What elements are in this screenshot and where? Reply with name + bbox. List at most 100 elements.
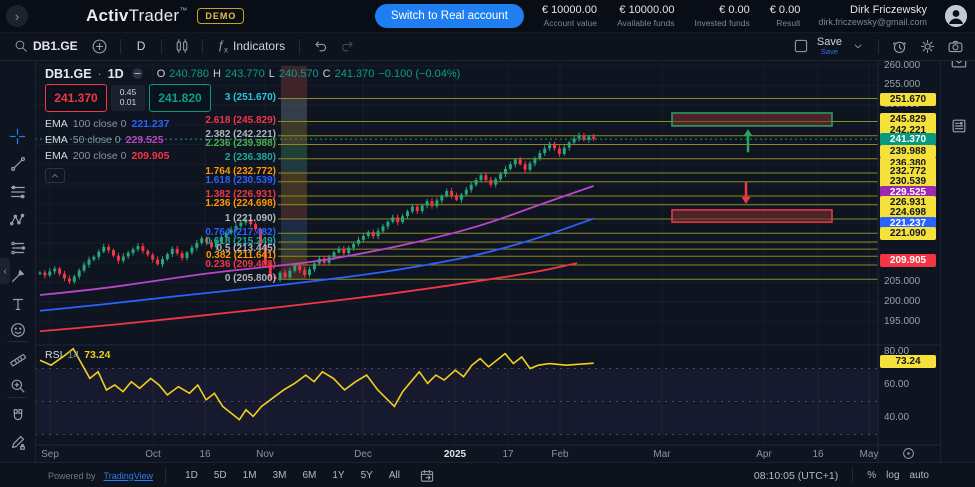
account-stat: € 0.00Result [770,4,801,28]
minus-circle-icon[interactable] [130,66,145,81]
tradingview-link[interactable]: TradingView [104,471,154,481]
change-readout: −0.100 (−0.04%) [378,68,460,80]
chart-style-button[interactable] [170,34,194,58]
time-axis-label: Feb [551,449,568,460]
redo-button[interactable] [336,34,360,58]
stat-value: € 10000.00 [619,4,674,18]
auto-scale-button[interactable]: auto [910,470,929,481]
pencil-lock-icon [9,433,27,451]
legend-collapse-button[interactable] [45,168,65,183]
spread-indicator: 0.45 0.01 [111,85,145,111]
trend-line-tool-button[interactable] [4,152,31,176]
save-menu-button[interactable] [846,34,870,58]
magnet-icon [9,407,27,425]
chart-toolbar: DB1.GE D ƒx Indicators [0,32,975,61]
ema-value: 209.905 [131,150,169,162]
rsi-legend[interactable]: RSI 14 73.24 [45,349,110,361]
buy-button[interactable]: 241.820 [149,84,211,112]
range-button-1y[interactable]: 1Y [325,467,351,484]
time-axis-label: Sep [41,449,59,460]
magnet-mode-button[interactable] [4,404,31,428]
user-icon [945,5,967,27]
zoom-in-tool-button[interactable] [4,374,31,398]
switch-to-real-account-button[interactable]: Switch to Real account [375,4,524,28]
ema-value: 221.237 [131,118,169,130]
alert-button[interactable] [887,34,911,58]
text-tool-button[interactable] [4,292,31,316]
fib-level-label: 2.618 (245.829) [205,115,276,126]
drawing-mode-button[interactable] [4,430,31,454]
price-axis-label: 205.000 [884,276,920,287]
settings-button[interactable] [915,34,939,58]
indicators-button[interactable]: ƒx Indicators [211,36,291,56]
newspaper-icon [950,117,968,135]
ema-legend-row[interactable]: EMA200 close 0209.905 [45,148,169,164]
range-button-5d[interactable]: 5D [207,467,234,484]
indicator-legend: EMA100 close 0221.237 EMA 50 close 0 229.52… [45,116,169,164]
rsi-value: 73.24 [84,349,110,361]
legend-separator: · [98,67,102,81]
ema-legend-row[interactable]: EMA100 close 0221.237 [45,116,169,132]
time-axis-label: Apr [756,449,772,460]
price-axis-badge: 221.090 [880,227,936,240]
save-layout-button[interactable]: Save Save [817,37,842,56]
timeframe-button[interactable]: D [129,37,154,55]
ema-params: 50 close 0 [73,134,121,146]
range-button-6m[interactable]: 6M [295,467,323,484]
range-button-1d[interactable]: 1D [178,467,205,484]
log-scale-button[interactable]: log [886,470,899,481]
legend-timeframe: 1D [108,67,124,81]
fib-level-label: 2 (236.380) [225,152,276,163]
range-button-3m[interactable]: 3M [266,467,294,484]
time-axis-label: 16 [199,449,210,460]
price-axis-badge: 251.670 [880,93,936,106]
fib-level-label: 0 (205.800) [225,273,276,284]
ema-params: 200 close 0 [73,150,127,162]
ema-name: EMA [45,134,68,146]
powered-by-label: Powered by [48,471,96,481]
layout-button[interactable] [789,34,813,58]
user-name: Dirk Friczewsky [850,3,927,17]
undo-button[interactable] [308,34,332,58]
stat-value: € 10000.00 [542,4,597,18]
price-axis-label: 260.000 [884,60,920,71]
price-axis-label: 60.00 [884,379,909,390]
stat-label: Result [776,18,800,29]
time-axis-label: Mar [653,449,670,460]
stat-value: € 0.00 [770,4,801,18]
sell-button[interactable]: 241.370 [45,84,107,112]
stat-label: Available funds [617,18,675,29]
emoji-tool-button[interactable] [4,318,31,342]
fib-retracement-tool-button[interactable] [4,180,31,204]
news-button[interactable] [945,114,972,138]
ema-legend-row[interactable]: EMA 50 close 0 229.525 [45,132,169,148]
time-axis-label: 17 [502,449,513,460]
fib-level-label: 3 (251.670) [225,92,276,103]
redo-icon [340,38,356,54]
crosshair-tool-button[interactable] [4,124,31,148]
avatar[interactable] [945,5,967,27]
user-info[interactable]: Dirk Friczewsky dirk.friczewsky@gmail.co… [818,3,927,29]
demo-badge: DEMO [197,8,244,24]
symbol-search[interactable]: DB1.GE [8,37,84,55]
range-button-all[interactable]: All [382,467,407,484]
ema-value: 229.525 [126,134,164,146]
candlestick-icon [174,38,190,54]
save-sub-label: Save [821,48,838,56]
screenshot-button[interactable] [943,34,967,58]
range-button-1m[interactable]: 1M [236,467,264,484]
clock-readout[interactable]: 08:10:05 (UTC+1) [754,470,838,482]
percent-scale-button[interactable]: % [867,470,876,481]
prediction-tool-button[interactable] [4,236,31,260]
measure-tool-button[interactable] [4,348,31,372]
chart-legend[interactable]: DB1.GE · 1D O240.780 H243.770 L240.570 C… [45,66,460,81]
range-button-5y[interactable]: 5Y [354,467,380,484]
compare-add-button[interactable] [88,34,112,58]
time-axis-label: May [860,449,879,460]
collapse-left-rail-handle[interactable]: ‹ [0,258,10,284]
time-axis-label: 2025 [444,449,466,460]
pattern-tool-button[interactable] [4,208,31,232]
expand-watchlist-button[interactable]: › [6,5,28,27]
account-stat: € 0.00Invested funds [694,4,749,28]
go-to-date-button[interactable] [415,464,439,487]
